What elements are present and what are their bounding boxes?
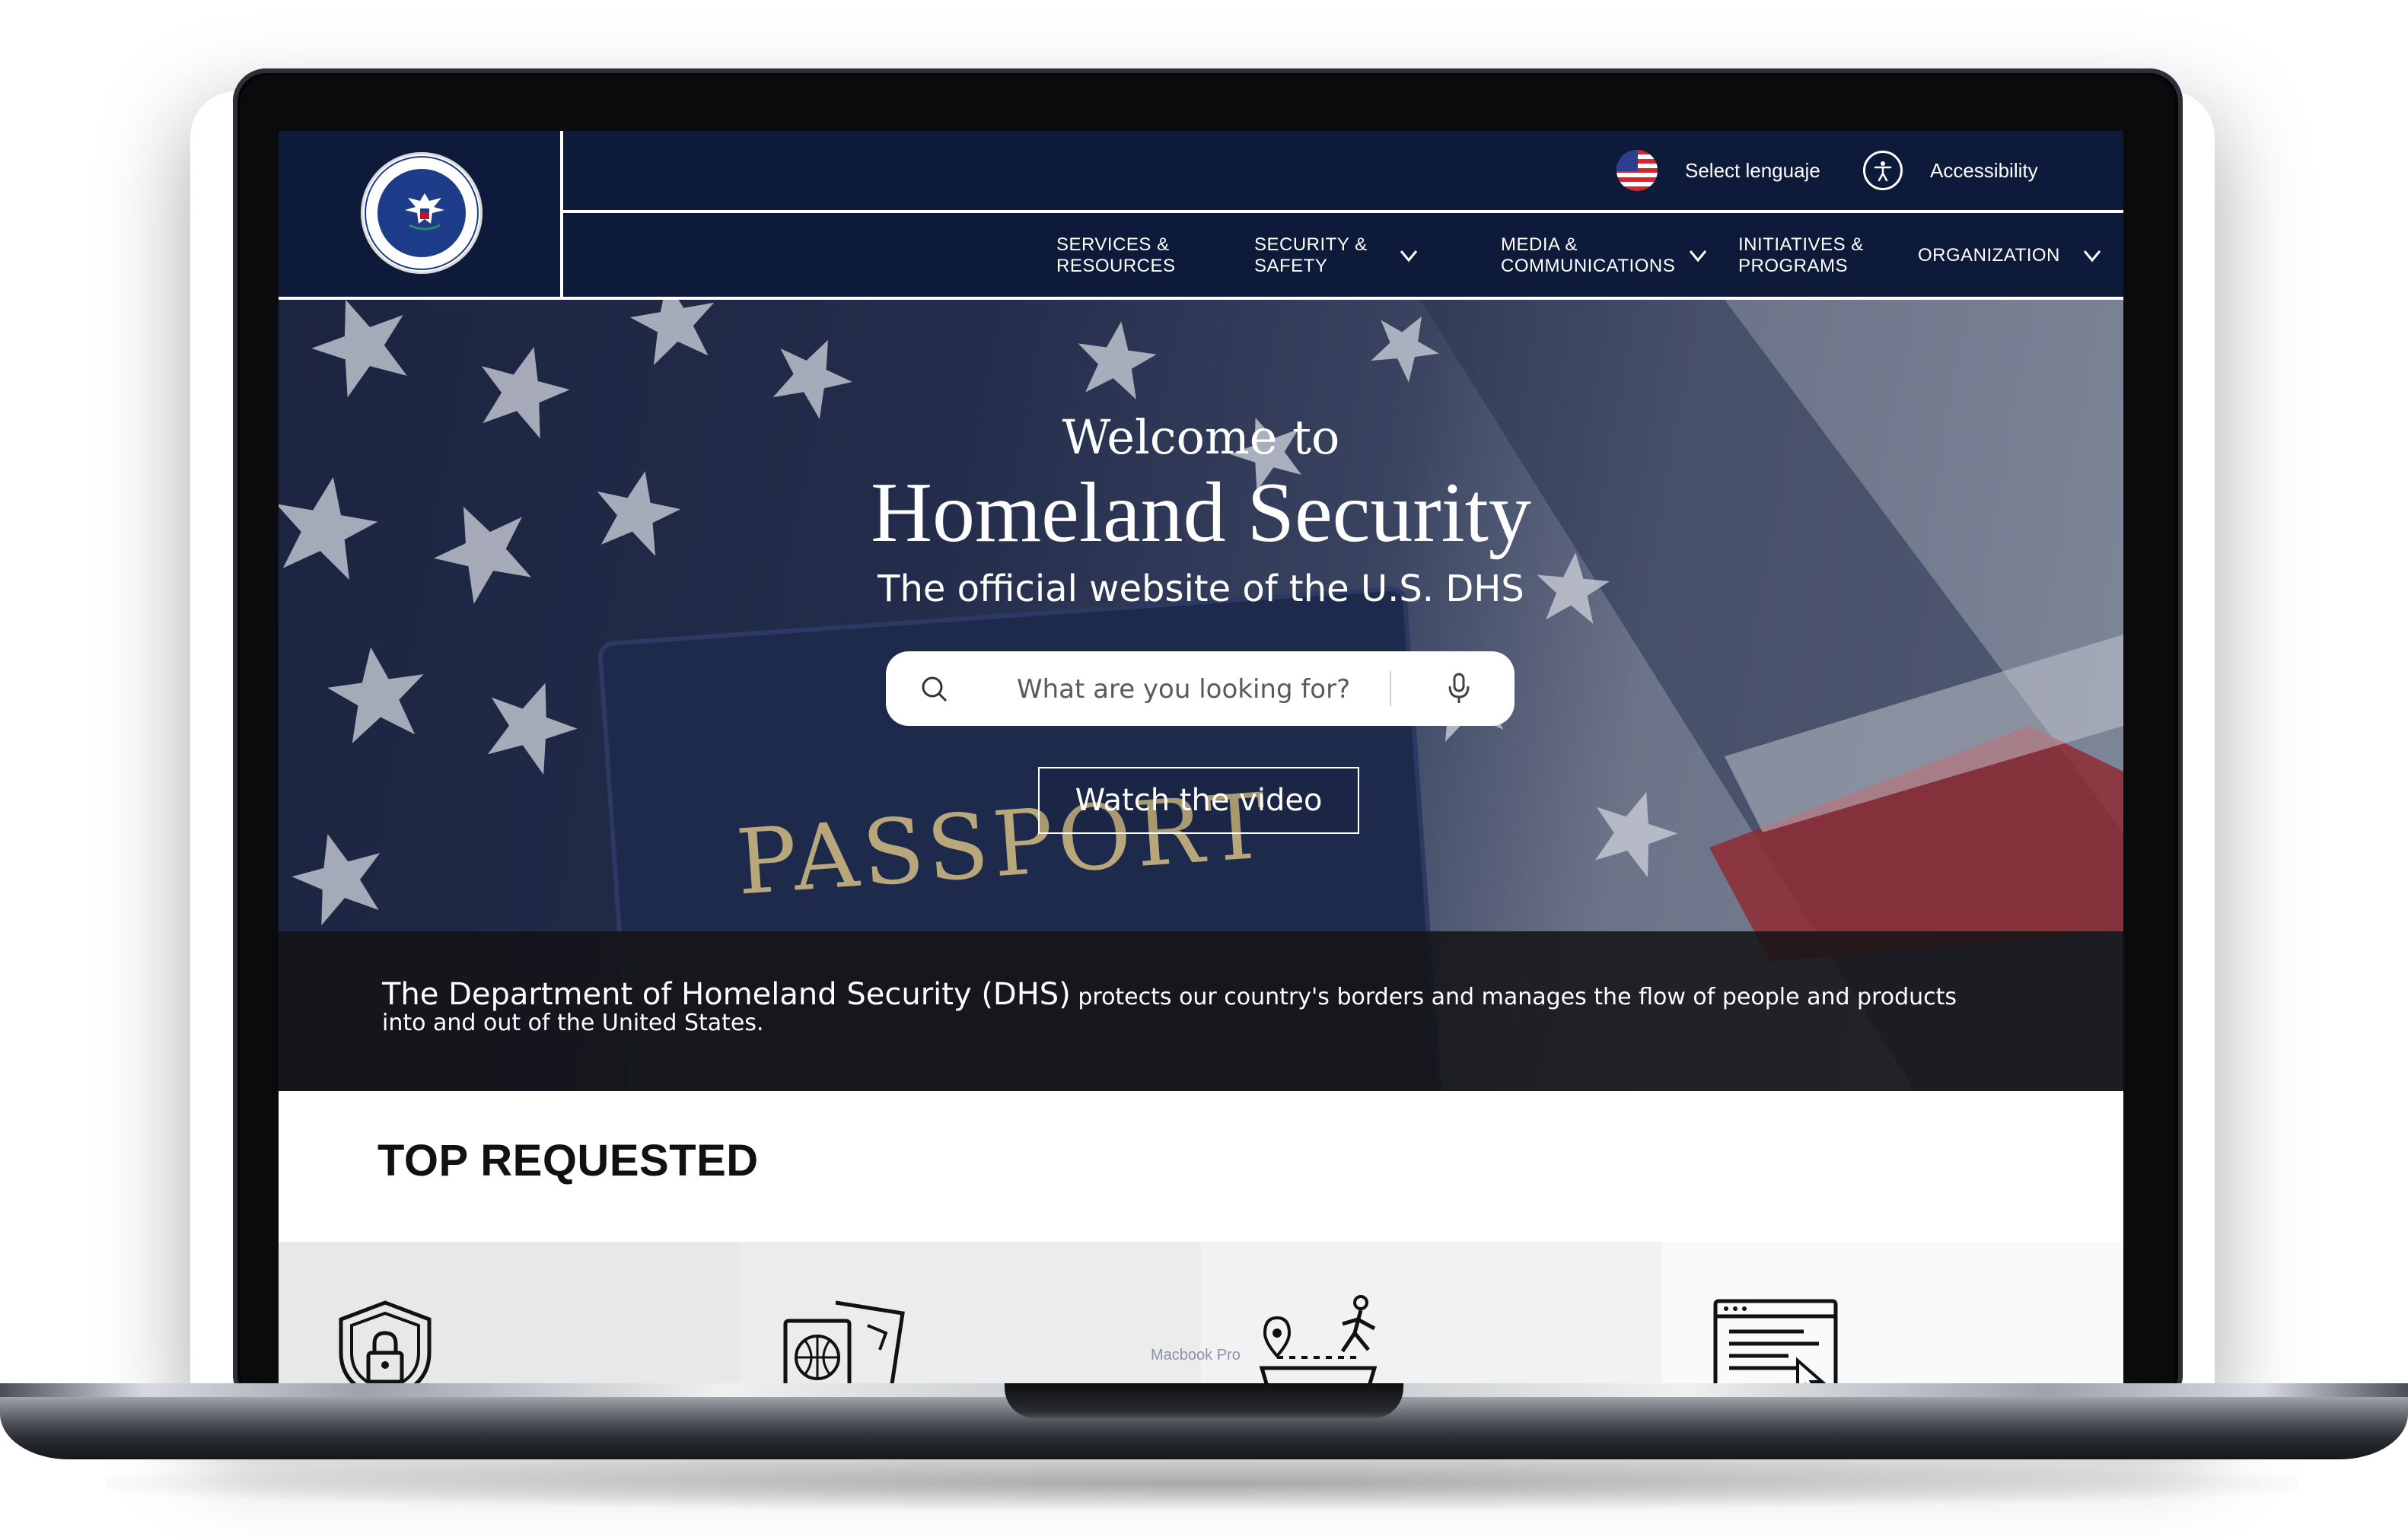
browser-viewport: Select lenguaje Accessibility SERVICES &… — [279, 131, 2123, 1386]
nav-label: MEDIA & COMMUNICATIONS — [1501, 234, 1676, 276]
search-divider — [1390, 671, 1391, 706]
microphone-icon[interactable] — [1446, 673, 1472, 705]
nav-organization[interactable]: ORGANIZATION — [1918, 216, 2101, 295]
nav-label: SECURITY & SAFETY — [1254, 234, 1368, 276]
search-bar[interactable] — [886, 651, 1515, 726]
nav-label: INITIATIVES & PROGRAMS — [1738, 234, 1864, 276]
chevron-down-icon — [2083, 250, 2101, 262]
nav-initiatives-programs[interactable]: INITIATIVES & PROGRAMS — [1738, 216, 1864, 295]
seal-center — [374, 166, 469, 260]
nav-services-resources[interactable]: SERVICES & RESOURCES — [1056, 216, 1176, 295]
search-input[interactable] — [1015, 670, 1384, 709]
nav-media-communications[interactable]: MEDIA & COMMUNICATIONS — [1501, 216, 1707, 295]
hero-section: PASSPORT Welcome to Homeland Security Th… — [279, 300, 2123, 1091]
chevron-down-icon — [1400, 250, 1417, 262]
tile-travel-route[interactable] — [1201, 1242, 1662, 1386]
nav-label: SERVICES & RESOURCES — [1056, 234, 1176, 276]
nav-security-safety[interactable]: SECURITY & SAFETY — [1254, 216, 1418, 295]
tile-passport-globe[interactable] — [740, 1242, 1201, 1386]
accessibility-label: Accessibility — [1930, 158, 2038, 182]
chevron-down-icon — [1690, 250, 1707, 262]
logo-container[interactable] — [279, 131, 563, 300]
site-header: Select lenguaje Accessibility SERVICES &… — [279, 131, 2123, 300]
hero-welcome: Welcome to — [1062, 409, 1340, 465]
nav-label: ORGANIZATION — [1918, 245, 2060, 266]
dhs-description-band: The Department of Homeland Security (DHS… — [279, 931, 2123, 1091]
floor-shadow — [107, 1457, 2298, 1510]
travel-route-icon — [1259, 1295, 1378, 1386]
top-requested-tiles — [279, 1242, 2123, 1386]
shield-lock-icon — [339, 1300, 432, 1386]
accessibility-icon — [1863, 151, 1903, 190]
passport-globe-icon — [783, 1300, 905, 1386]
eagle-icon — [405, 193, 444, 231]
dhs-description-strong: The Department of Homeland Security (DHS… — [382, 977, 1071, 1012]
accessibility-button[interactable]: Accessibility — [1863, 146, 2038, 195]
laptop-notch — [1005, 1383, 1403, 1418]
search-icon[interactable] — [919, 674, 950, 705]
tile-shield-lock[interactable] — [279, 1242, 740, 1386]
hero-title: Homeland Security — [871, 466, 1531, 560]
web-form-icon — [1713, 1299, 1838, 1386]
language-selector[interactable]: Select lenguaje — [1616, 146, 1820, 195]
us-flag-icon — [1616, 150, 1658, 191]
language-label: Select lenguaje — [1685, 158, 1820, 182]
dhs-description: The Department of Homeland Security (DHS… — [382, 979, 1996, 1036]
top-requested-title: TOP REQUESTED — [377, 1136, 759, 1185]
tile-web-form[interactable] — [1662, 1242, 2123, 1386]
dhs-seal-logo[interactable] — [361, 152, 483, 274]
header-divider — [563, 210, 2123, 213]
watch-video-button[interactable]: Watch the video — [1038, 767, 1359, 834]
hero-subtitle: The official website of the U.S. DHS — [878, 568, 1524, 610]
device-label: Macbook Pro — [1151, 1347, 1241, 1363]
